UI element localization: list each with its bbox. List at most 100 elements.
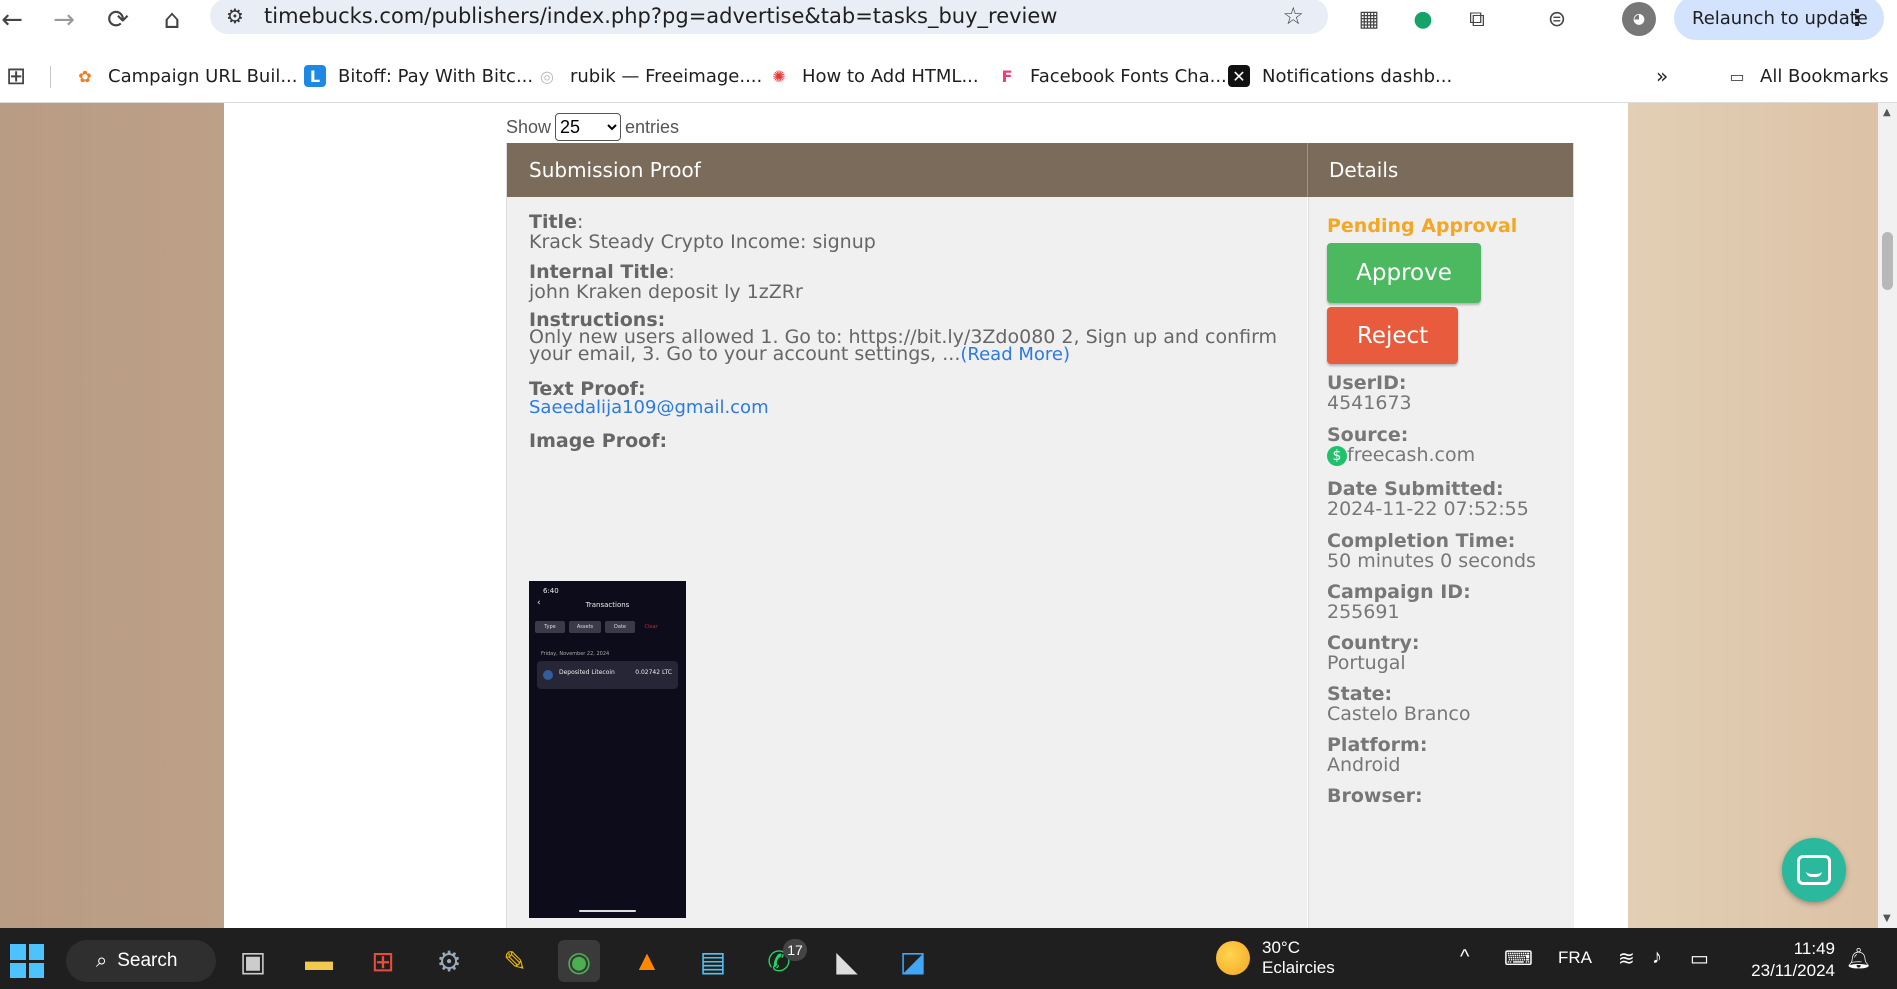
language-indicator[interactable]: FRA (1558, 948, 1592, 968)
more-bookmarks-icon[interactable]: » (1656, 62, 1668, 90)
text-proof-field: Text Proof: Saeedalija109@gmail.com (529, 380, 769, 417)
browser-toolbar: ← → ⟳ ⌂ ⚙ timebucks.com/publishers/index… (0, 0, 1897, 50)
notification-bell-icon[interactable]: 🔔︎ (1846, 946, 1871, 971)
home-icon[interactable]: ⌂ (154, 2, 190, 38)
internal-title-label: Internal Title (529, 261, 669, 283)
freeimage-icon: ◎ (540, 66, 554, 86)
keyboard-icon[interactable]: ⌨ (1504, 946, 1533, 971)
app-icon[interactable]: ✎ (494, 940, 536, 982)
extensions-icon[interactable]: ⧉ (1460, 2, 1494, 36)
back-icon[interactable]: ← (0, 2, 30, 38)
bookmark-bitoff[interactable]: L Bitoff: Pay With Bitc... (304, 62, 533, 90)
app-icon[interactable]: ◣ (826, 940, 868, 982)
search-icon: ⌕ (96, 949, 108, 972)
task-view-icon[interactable]: ▣ (232, 940, 274, 982)
settings-icon[interactable]: ⚙ (428, 940, 470, 982)
reload-icon[interactable]: ⟳ (100, 2, 136, 38)
detail-user-id: UserID: 4541673 (1327, 373, 1412, 413)
bookmark-campaign-url[interactable]: ✿ Campaign URL Buil... (74, 62, 298, 90)
read-more-link[interactable]: (Read More) (960, 344, 1070, 365)
bookmark-facebook-fonts[interactable]: F Facebook Fonts Cha... (996, 62, 1227, 90)
bookmark-star-icon[interactable]: ☆ (1282, 2, 1304, 30)
volume-icon[interactable]: ♪ (1652, 946, 1662, 969)
image-proof-field: Image Proof: (529, 431, 667, 451)
reject-button[interactable]: Reject (1327, 307, 1458, 364)
phone-time: 6:40 (543, 587, 559, 595)
url-text[interactable]: timebucks.com/publishers/index.php?pg=ad… (264, 4, 1057, 28)
phone-screen-title: Transactions (585, 601, 630, 609)
bookmark-label: How to Add HTML... (802, 65, 979, 87)
detail-label: UserID: (1327, 372, 1407, 394)
detail-value: Castelo Branco (1327, 703, 1471, 725)
address-bar[interactable]: ⚙ timebucks.com/publishers/index.php?pg=… (210, 0, 1328, 34)
phone-transaction-card: Deposited Litecoin 0.02742 LTC (537, 661, 678, 689)
chat-widget-button[interactable] (1782, 838, 1846, 902)
phone-tx-amount: 0.02742 LTC (635, 669, 672, 676)
clock-date: 23/11/2024 (1751, 961, 1835, 980)
bookmark-notifications[interactable]: ✕ Notifications dashb... (1228, 62, 1452, 90)
phone-home-indicator (579, 910, 636, 912)
detail-country: Country: Portugal (1327, 633, 1420, 673)
detail-label: Date Submitted: (1327, 478, 1504, 500)
utm-icon: ✿ (78, 66, 92, 86)
windows-start-icon[interactable] (10, 944, 44, 978)
taskbar-search[interactable]: ⌕ Search (66, 940, 216, 982)
scrollbar-thumb[interactable] (1882, 232, 1893, 290)
status-badge: Pending Approval (1327, 215, 1518, 237)
battery-icon[interactable]: ▭ (1690, 946, 1709, 971)
main-content: Show 25 entries Submission Proof Details… (224, 103, 1628, 928)
qr-code-icon[interactable]: ▦ (1352, 2, 1386, 36)
header-details[interactable]: Details (1329, 158, 1398, 182)
scroll-up-icon[interactable]: ▲ (1883, 107, 1891, 118)
chevron-up-icon[interactable]: ^ (1460, 946, 1469, 969)
folder-icon: ▭ (1729, 66, 1745, 86)
bookmark-label: Campaign URL Buil... (108, 65, 298, 87)
image-proof-thumbnail[interactable]: 6:40 ‹ Transactions Type Assets Date Cle… (529, 581, 686, 918)
grammarly-icon[interactable]: ● (1406, 2, 1440, 36)
show-label: Show (506, 116, 552, 137)
title-value: Krack Steady Crypto Income: signup (529, 231, 876, 253)
site-settings-icon[interactable]: ⚙ (226, 4, 250, 28)
detail-label: Completion Time: (1327, 530, 1516, 552)
forward-icon[interactable]: → (46, 2, 82, 38)
header-divider (1307, 143, 1308, 197)
header-submission-proof[interactable]: Submission Proof (529, 158, 701, 182)
page-viewport: Show 25 entries Submission Proof Details… (0, 103, 1878, 928)
photos-icon[interactable]: ◪ (892, 940, 934, 982)
fonts-icon: F (1001, 66, 1013, 86)
file-explorer-icon[interactable]: ▬ (298, 940, 340, 982)
detail-state: State: Castelo Branco (1327, 684, 1471, 724)
taskbar-clock[interactable]: 11:49 23/11/2024 (1740, 938, 1835, 982)
internal-title-field: Internal Title: john Kraken deposit ly 1… (529, 261, 803, 303)
scroll-down-icon[interactable]: ▼ (1883, 913, 1891, 924)
chrome-icon[interactable]: ◉ (558, 940, 600, 982)
remote-desktop-icon[interactable]: ▤ (692, 940, 734, 982)
vlc-icon[interactable]: ▲ (626, 940, 668, 982)
chat-icon (1797, 855, 1831, 885)
bookmark-freeimage[interactable]: ◎ rubik — Freeimage.... (536, 62, 762, 90)
clock-time: 11:49 (1793, 939, 1835, 958)
detail-label: Country: (1327, 632, 1420, 654)
title-label: Title (529, 211, 577, 233)
page-scrollbar[interactable]: ▲ ▼ (1878, 103, 1897, 928)
review-table: Submission Proof Details Title: Krack St… (506, 143, 1574, 928)
profile-avatar-icon[interactable]: ◕ (1622, 2, 1656, 36)
html-icon: ✺ (772, 66, 786, 86)
menu-dots-icon[interactable]: ⋮ (1846, 6, 1868, 31)
all-bookmarks[interactable]: ▭ All Bookmarks (1726, 62, 1888, 90)
phone-date: Friday, November 22, 2024 (541, 651, 610, 657)
approve-button[interactable]: Approve (1327, 243, 1481, 303)
apps-grid-icon[interactable]: ⊞ (6, 62, 26, 90)
detail-value: Portugal (1327, 652, 1406, 674)
relaunch-button[interactable]: Relaunch to update ⋮ (1674, 0, 1884, 40)
bookmark-html[interactable]: ✺ How to Add HTML... (768, 62, 979, 90)
weather-desc: Eclaircies (1262, 958, 1335, 977)
wifi-icon[interactable]: ≋ (1618, 946, 1635, 971)
text-proof-email[interactable]: Saeedalija109@gmail.com (529, 397, 769, 418)
windows-taskbar: ⌕ Search ▣ ▬ ⊞ ⚙ ✎ ◉ ▲ ▤ ✆ 17 ◣ ◪ 30°C E… (0, 928, 1897, 989)
microsoft-store-icon[interactable]: ⊞ (362, 940, 404, 982)
weather-widget[interactable]: 30°C Eclaircies (1216, 938, 1335, 978)
entries-select[interactable]: 25 (555, 113, 622, 141)
whatsapp-badge: 17 (783, 939, 807, 961)
incognito-icon[interactable]: ⊜ (1540, 2, 1574, 36)
